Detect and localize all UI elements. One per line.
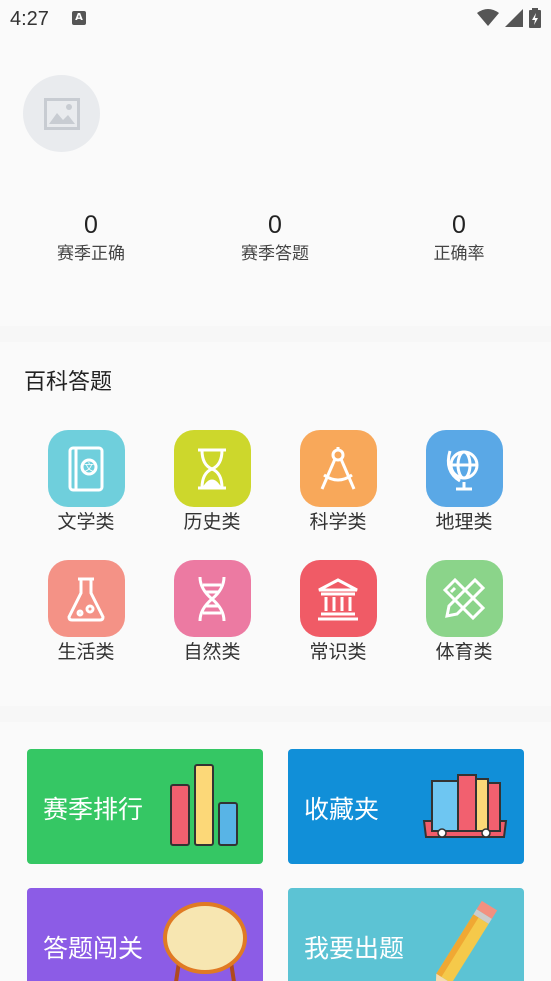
stat-label: 赛季正确 xyxy=(57,244,125,264)
season-ranking-card[interactable]: 赛季排行 xyxy=(27,749,263,864)
stat-season-correct: 0 赛季正确 xyxy=(16,210,166,266)
globe-icon xyxy=(425,430,503,507)
image-placeholder-icon xyxy=(43,97,80,130)
battery-icon xyxy=(529,8,541,28)
card-label: 赛季排行 xyxy=(43,795,144,824)
books-icon xyxy=(422,774,508,838)
level-challenge-card[interactable]: 答题闯关 xyxy=(27,888,263,981)
category-label: 地理类 xyxy=(435,511,493,533)
category-label: 文学类 xyxy=(57,511,115,533)
stat-value: 0 xyxy=(268,211,282,239)
avatar[interactable] xyxy=(23,75,100,152)
status-time: 4:27 xyxy=(10,8,49,30)
stat-label: 正确率 xyxy=(433,244,485,264)
category-label: 科学类 xyxy=(309,511,367,533)
category-history[interactable]: 历史类 xyxy=(157,430,267,535)
create-question-card[interactable]: 我要出题 xyxy=(288,888,524,981)
stat-value: 0 xyxy=(452,211,466,239)
svg-text:文: 文 xyxy=(84,461,94,474)
pencil-icon xyxy=(435,900,498,981)
section-title: 百科答题 xyxy=(24,370,113,395)
category-label: 生活类 xyxy=(57,641,115,663)
category-label: 历史类 xyxy=(183,511,241,533)
category-label: 体育类 xyxy=(435,641,493,663)
drum-icon xyxy=(163,902,247,981)
stat-value: 0 xyxy=(84,211,98,239)
wifi-icon xyxy=(477,9,499,26)
hourglass-icon xyxy=(173,430,251,507)
signal-icon xyxy=(505,9,523,27)
status-icons xyxy=(477,7,541,29)
category-life[interactable]: 生活类 xyxy=(31,560,141,665)
stat-label: 赛季答题 xyxy=(241,244,309,264)
favorites-card[interactable]: 收藏夹 xyxy=(288,749,524,864)
category-common-sense[interactable]: 常识类 xyxy=(283,560,393,665)
category-nature[interactable]: 自然类 xyxy=(157,560,267,665)
flask-icon xyxy=(47,560,125,637)
card-label: 答题闯关 xyxy=(43,934,144,963)
category-label: 常识类 xyxy=(309,641,367,663)
card-label: 我要出题 xyxy=(304,934,405,963)
bar-chart-icon xyxy=(170,764,238,846)
category-science[interactable]: 科学类 xyxy=(283,430,393,535)
category-literature[interactable]: 文 文学类 xyxy=(31,430,141,535)
profile-section: 0 赛季正确 0 赛季答题 0 正确率 xyxy=(0,38,551,326)
feature-cards: 赛季排行 收藏夹 答题闯关 我要出题 xyxy=(0,722,551,981)
dna-icon xyxy=(173,560,251,637)
ruler-pencil-icon xyxy=(425,560,503,637)
book-icon: 文 xyxy=(47,430,125,507)
compass-icon xyxy=(299,430,377,507)
stat-season-answered: 0 赛季答题 xyxy=(200,210,350,266)
category-label: 自然类 xyxy=(183,641,241,663)
card-label: 收藏夹 xyxy=(304,795,380,824)
category-sports[interactable]: 体育类 xyxy=(409,560,519,665)
bank-icon xyxy=(299,560,377,637)
encyclopedia-section: 百科答题 文 文学类 历史类 科学类 地理类 生活类 自然类 常识类 体育类 xyxy=(0,342,551,706)
stat-accuracy: 0 正确率 xyxy=(384,210,534,266)
notification-a-icon: A xyxy=(72,11,86,25)
status-bar: 4:27 A xyxy=(0,0,551,38)
category-geography[interactable]: 地理类 xyxy=(409,430,519,535)
